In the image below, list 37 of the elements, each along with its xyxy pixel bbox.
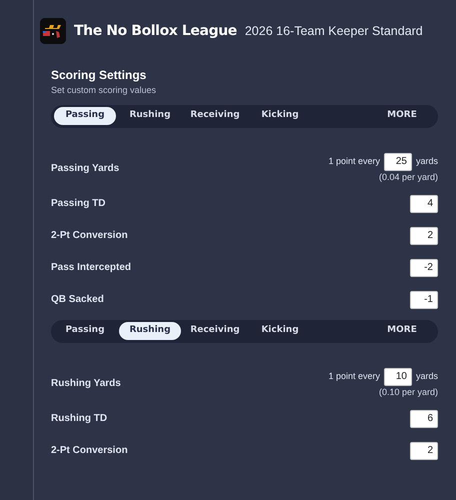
value-field[interactable]: 25 [384,152,412,171]
tab[interactable]: Passing [54,107,116,125]
more-tab[interactable]: MORE [377,107,427,125]
unit-text: yards [416,370,438,383]
value-field[interactable]: -2 [410,258,438,276]
rate-note: (0.10 per yard) [378,386,438,399]
section-title: Scoring Settings [51,67,148,84]
league-subtitle: 2026 16-Team Keeper Standard [244,22,423,40]
tab[interactable]: Rushing [119,322,181,340]
tab[interactable]: Kicking [249,322,311,340]
points-text: 1 point every [328,155,380,168]
value-field[interactable]: 2 [410,442,438,460]
setting-label: 2-Pt Conversion [51,444,128,458]
league-name: The No Bollox League [74,22,237,40]
tab[interactable]: Kicking [249,107,311,125]
setting-label: Passing Yards [51,162,120,176]
setting-label: QB Sacked [51,293,104,307]
setting-label: Passing TD [51,197,106,211]
rate-note: (0.04 per yard) [378,170,438,184]
value-field[interactable]: 4 [410,194,438,212]
tab[interactable]: Passing [54,322,116,340]
value-field[interactable]: -1 [410,290,438,308]
tab[interactable]: Receiving [184,322,246,340]
section-subtitle: Set custom scoring values [51,84,158,97]
setting-label: 2-Pt Conversion [51,229,128,243]
value-field[interactable]: 10 [384,368,412,386]
tab[interactable]: Rushing [119,107,181,125]
value-field[interactable]: 2 [410,226,438,244]
setting-label: Pass Intercepted [51,261,132,275]
tab[interactable]: Receiving [184,107,246,125]
unit-text: yards [416,155,438,168]
more-tab[interactable]: MORE [377,322,427,340]
value-field[interactable]: 6 [410,410,438,428]
logo-icon [40,18,66,44]
setting-label: Rushing Yards [51,377,121,391]
points-text: 1 point every [328,370,380,383]
setting-label: Rushing TD [51,412,108,426]
